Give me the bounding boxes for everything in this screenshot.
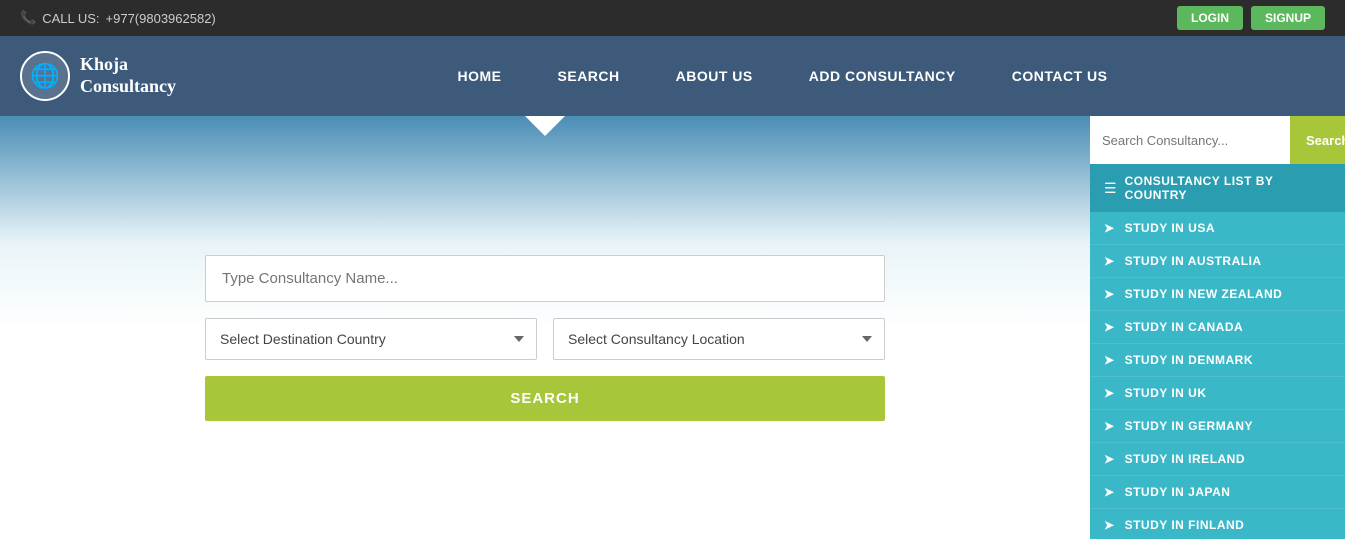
sidebar-search-button[interactable]: Search [1290, 116, 1345, 164]
sidebar-item[interactable]: ➤ STUDY IN IRELAND [1090, 443, 1345, 476]
sidebar-item-label: STUDY IN FINLAND [1125, 518, 1245, 532]
sidebar-item-label: STUDY IN JAPAN [1125, 485, 1231, 499]
sidebar-item[interactable]: ➤ STUDY IN CANADA [1090, 311, 1345, 344]
sidebar-item-label: STUDY IN GERMANY [1125, 419, 1253, 433]
nav-arrow-icon: ➤ [1104, 353, 1115, 367]
nav-arrow-icon: ➤ [1104, 254, 1115, 268]
search-section: Select Destination Country Select Consul… [205, 255, 885, 421]
sidebar-item-label: STUDY IN USA [1125, 221, 1215, 235]
sidebar-item[interactable]: ➤ STUDY IN JAPAN [1090, 476, 1345, 509]
nav-arrow-icon: ➤ [1104, 221, 1115, 235]
search-button[interactable]: SEARCH [205, 376, 885, 421]
sidebar-item-label: STUDY IN AUSTRALIA [1125, 254, 1262, 268]
navbar: 🌐 Khoja Consultancy HOME SEARCH ABOUT US… [0, 36, 1345, 116]
sidebar-item-label: STUDY IN IRELAND [1125, 452, 1245, 466]
logo-text: Khoja Consultancy [80, 54, 176, 97]
nav-contact[interactable]: CONTACT US [984, 36, 1136, 116]
sidebar: Search ☰ CONSULTANCY LIST BY COUNTRY ➤ ST… [1090, 116, 1345, 539]
nav-links: HOME SEARCH ABOUT US ADD CONSULTANCY CON… [240, 36, 1325, 116]
content-area: Select Destination Country Select Consul… [0, 116, 1090, 539]
sidebar-item[interactable]: ➤ STUDY IN AUSTRALIA [1090, 245, 1345, 278]
sidebar-item-label: STUDY IN UK [1125, 386, 1207, 400]
signup-button[interactable]: SIGNUP [1251, 6, 1325, 30]
main-layout: Select Destination Country Select Consul… [0, 116, 1345, 539]
sidebar-item[interactable]: ➤ STUDY IN USA [1090, 212, 1345, 245]
nav-about[interactable]: ABOUT US [648, 36, 781, 116]
sidebar-item[interactable]: ➤ STUDY IN UK [1090, 377, 1345, 410]
sidebar-item[interactable]: ➤ STUDY IN GERMANY [1090, 410, 1345, 443]
nav-arrow-icon: ➤ [1104, 452, 1115, 466]
menu-icon: ☰ [1104, 180, 1117, 197]
nav-arrow-icon: ➤ [1104, 485, 1115, 499]
sidebar-search-input[interactable] [1090, 116, 1290, 164]
consultancy-name-input[interactable] [205, 255, 885, 302]
nav-arrow-icon: ➤ [1104, 518, 1115, 532]
sidebar-header: ☰ CONSULTANCY LIST BY COUNTRY [1090, 164, 1345, 212]
nav-home[interactable]: HOME [430, 36, 530, 116]
sidebar-list: ➤ STUDY IN USA ➤ STUDY IN AUSTRALIA ➤ STUDY I… [1090, 212, 1345, 539]
sidebar-item[interactable]: ➤ STUDY IN FINLAND [1090, 509, 1345, 539]
nav-arrow-icon: ➤ [1104, 320, 1115, 334]
toggle-arrow[interactable] [525, 116, 565, 136]
call-label: CALL US: [42, 11, 99, 26]
nav-search[interactable]: SEARCH [530, 36, 648, 116]
sidebar-header-text: CONSULTANCY LIST BY COUNTRY [1125, 174, 1331, 202]
sidebar-item-label: STUDY IN DENMARK [1125, 353, 1253, 367]
phone-number: +977(9803962582) [106, 11, 216, 26]
dropdowns-row: Select Destination Country Select Consul… [205, 318, 885, 360]
sidebar-item[interactable]: ➤ STUDY IN NEW ZEALAND [1090, 278, 1345, 311]
destination-country-select[interactable]: Select Destination Country [205, 318, 537, 360]
phone-icon: 📞 [20, 10, 36, 26]
sidebar-search-bar: Search [1090, 116, 1345, 164]
top-bar: 📞 CALL US: +977(9803962582) LOGIN SIGNUP [0, 0, 1345, 36]
nav-arrow-icon: ➤ [1104, 386, 1115, 400]
logo: 🌐 Khoja Consultancy [20, 51, 240, 101]
nav-arrow-icon: ➤ [1104, 419, 1115, 433]
auth-buttons: LOGIN SIGNUP [1177, 6, 1325, 30]
logo-globe-icon: 🌐 [20, 51, 70, 101]
login-button[interactable]: LOGIN [1177, 6, 1243, 30]
nav-arrow-icon: ➤ [1104, 287, 1115, 301]
nav-add-consultancy[interactable]: ADD CONSULTANCY [781, 36, 984, 116]
consultancy-location-select[interactable]: Select Consultancy Location [553, 318, 885, 360]
sidebar-item-label: STUDY IN NEW ZEALAND [1125, 287, 1283, 301]
phone-info: 📞 CALL US: +977(9803962582) [20, 10, 216, 26]
sidebar-item[interactable]: ➤ STUDY IN DENMARK [1090, 344, 1345, 377]
sidebar-item-label: STUDY IN CANADA [1125, 320, 1244, 334]
